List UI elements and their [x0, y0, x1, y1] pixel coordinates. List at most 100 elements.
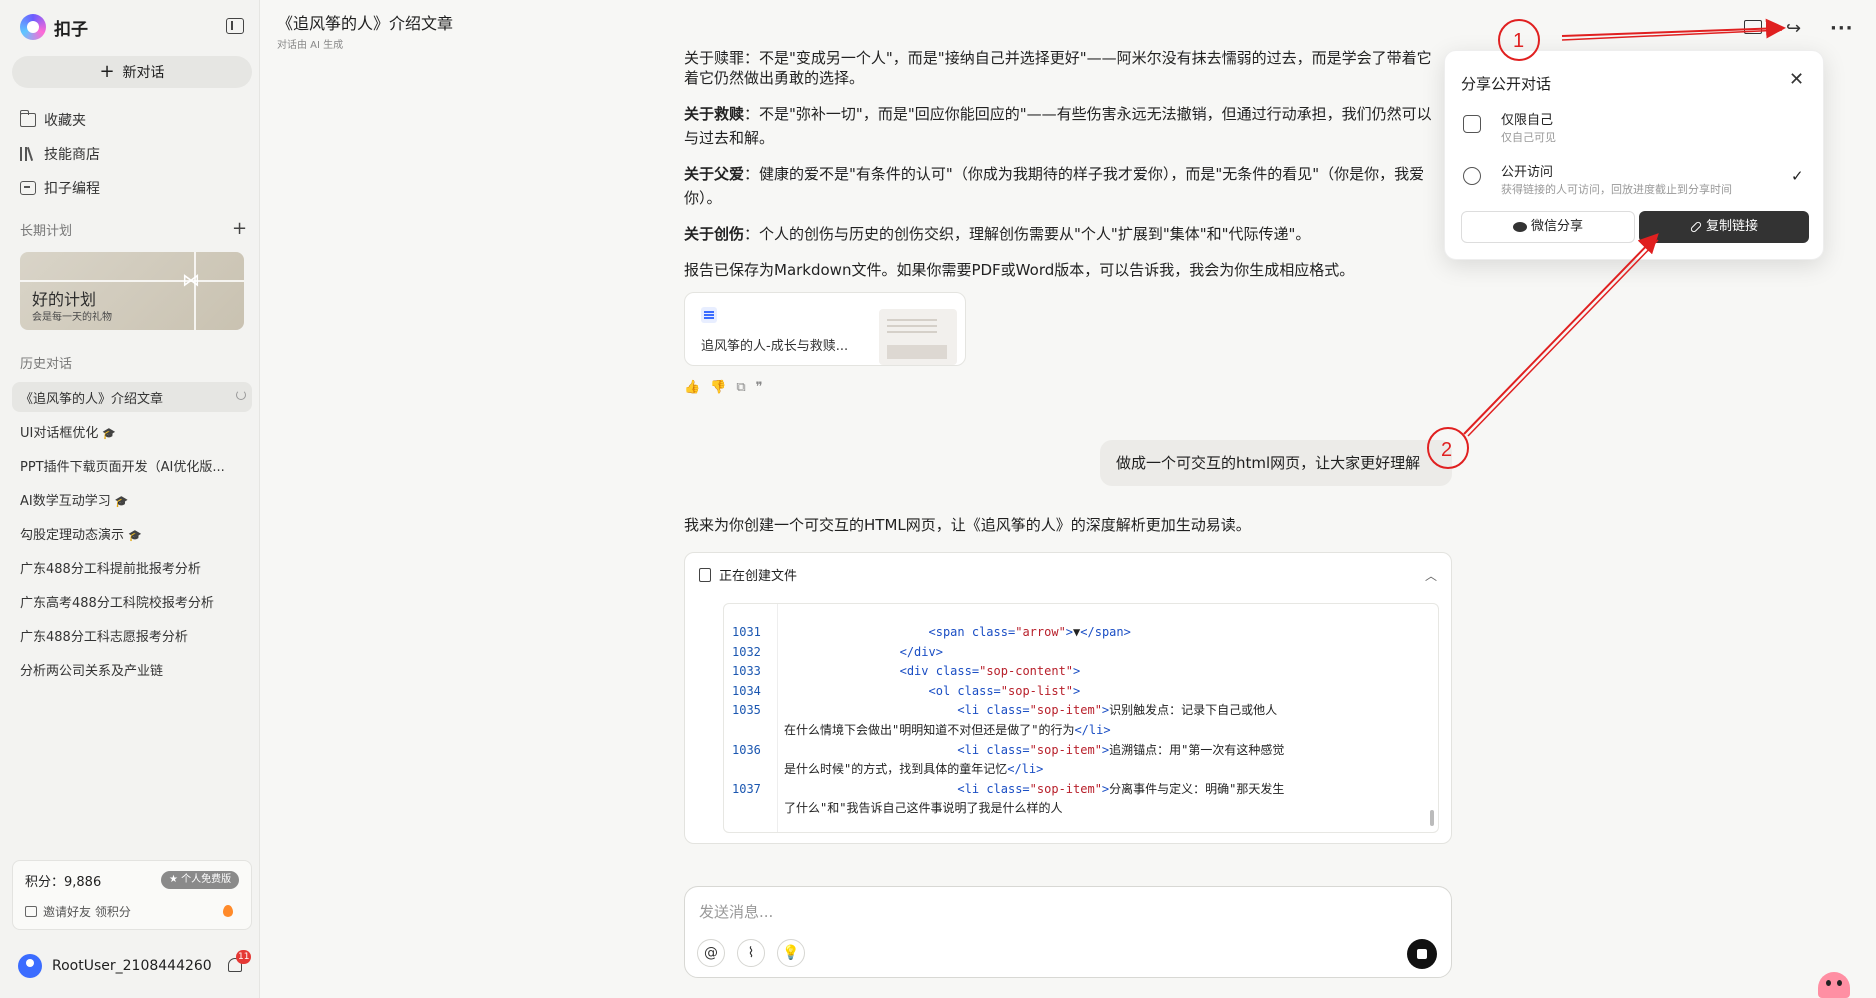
panel-header[interactable]: 正在创建文件 [699, 565, 797, 584]
scrollbar-thumb[interactable] [1430, 810, 1434, 826]
notification-badge: 11 [236, 950, 252, 964]
line-number: 1035 [732, 703, 761, 718]
close-icon[interactable]: ✕ [1789, 69, 1804, 90]
plan-card-subtitle: 会是每一天的礼物 [32, 312, 112, 323]
creating-file-label: 正在创建文件 [719, 569, 798, 584]
sidebar-item-label: 技能商店 [44, 147, 100, 163]
message-composer: @ ⌇ 💡 [684, 886, 1452, 978]
copy-link-label: 复制链接 [1705, 219, 1758, 234]
sidebar-item-label: 收藏夹 [44, 113, 86, 129]
document-icon [699, 567, 711, 582]
code-text: <li class="sop-item">识别触发点：记录下自己或他人 [957, 703, 1278, 718]
points-panel: 积分：9,886 ★ 个人免费版 邀请好友 领积分 [12, 860, 252, 930]
new-chat-button[interactable]: + 新对话 [12, 56, 252, 88]
code-text: 在什么情境下会做出"明明知道不对但还是做了"的行为</li> [784, 723, 1111, 737]
code-line: 1035 <li class="sop-item">识别触发点：记录下自己或他人 [724, 700, 1424, 720]
page-subtitle: 对话由 AI 生成 [277, 40, 344, 51]
code-line: 1037 <li class="sop-item">分离事件与定义：明确"那天发… [724, 779, 1424, 799]
collapse-icon[interactable]: ︿ [1425, 567, 1437, 584]
file-name: 追风筝的人-成长与救赎... [701, 339, 849, 354]
history-item[interactable]: 分析两公司关系及产业链 [20, 660, 240, 679]
attach-button[interactable]: ⌇ [737, 939, 765, 967]
history-item-label: 广东高考488分工科院校报考分析 [20, 596, 214, 611]
plan-card[interactable]: ⋈ 好的计划 会是每一天的礼物 [20, 252, 244, 330]
message-text: ：健康的爱不是"有条件的认可"（你成为我期待的样子我才爱你），而是"无条件的看见… [684, 165, 1425, 207]
idea-button[interactable]: 💡 [777, 939, 805, 967]
invite-friends-link[interactable]: 邀请好友 领积分 [25, 903, 131, 920]
file-attachment-card[interactable]: 追风筝的人-成长与救赎... [684, 292, 966, 366]
user-profile[interactable]: RootUser_2108444260 [18, 954, 212, 978]
sidebar-item-skill-store[interactable]: 技能商店 [20, 144, 100, 164]
history-item[interactable]: AI数学互动学习 🎓 [20, 490, 240, 509]
annotation-arrow-2b [1467, 239, 1659, 437]
copy-icon[interactable]: ⧉ [736, 380, 745, 395]
message-actions: 👍 👎 ⧉ ❞ [684, 380, 763, 395]
message-text: ：不是"弥补一切"，而是"回应你能回应的"——有些伤害永远无法撤销，但通过行动承… [684, 105, 1432, 147]
graduation-cap-icon: 🎓 [128, 529, 142, 542]
history-item[interactable]: 广东488分工科提前批报考分析 [20, 558, 240, 577]
assistant-reply: 我来为你创建一个可交互的HTML网页，让《追风筝的人》的深度解析更加生动易读。 [684, 516, 1251, 534]
history-item[interactable]: 广东488分工科志愿报考分析 [20, 626, 240, 645]
mention-button[interactable]: @ [697, 939, 725, 967]
lightbulb-icon: 💡 [782, 945, 800, 961]
history-item-label: 广东488分工科提前批报考分析 [20, 562, 201, 577]
history-item[interactable]: PPT插件下载页面开发（AI优化版... [20, 456, 240, 475]
message-bold: 关于创伤 [684, 225, 745, 243]
code-text: 了什么"和"我告诉自己这件事说明了我是什么样的人 [784, 801, 1063, 816]
code-text: <ol class="sop-list"> [928, 683, 1081, 698]
more-icon[interactable]: ··· [1830, 18, 1854, 39]
code-text: <li class="sop-item">追溯锚点：用"第一次有这种感觉 [957, 742, 1285, 757]
line-number: 1036 [732, 742, 761, 757]
copy-link-button[interactable]: 复制链接 [1639, 211, 1809, 243]
app-logo[interactable]: 扣子 [20, 14, 88, 40]
history-item-label: 勾股定理动态演示 [20, 528, 125, 543]
mascot-icon[interactable] [1818, 972, 1850, 998]
plan-card-title: 好的计划 [32, 290, 97, 309]
plus-icon: + [99, 61, 115, 82]
history-item[interactable]: 勾股定理动态演示 🎓 [20, 524, 240, 543]
at-icon: @ [704, 945, 718, 961]
user-name: RootUser_2108444260 [52, 958, 212, 974]
option-title: 仅限自己 [1501, 113, 1554, 128]
message-input[interactable] [699, 901, 1399, 923]
message-text: 着它仍然做出勇敢的选择。 [684, 69, 865, 87]
stop-generating-button[interactable] [1407, 939, 1437, 969]
plan-badge[interactable]: ★ 个人免费版 [161, 871, 240, 889]
history-item[interactable]: 广东高考488分工科院校报考分析 [20, 592, 240, 611]
file-thumbnail [879, 309, 957, 365]
user-message-bubble: 做成一个可交互的html网页，让大家更好理解 [1100, 440, 1452, 486]
logo-icon [20, 14, 46, 40]
history-item[interactable]: UI对话框优化 🎓 [20, 422, 240, 441]
thumbs-down-icon[interactable]: 👎 [710, 380, 726, 395]
history-item-label: 广东488分工科志愿报考分析 [20, 630, 188, 645]
code-line: 1032 </div> [724, 642, 1424, 662]
bow-icon: ⋈ [182, 270, 200, 291]
add-plan-icon[interactable]: + [232, 218, 247, 239]
message-bold: 关于救赎 [684, 105, 745, 123]
folder-icon[interactable] [1744, 20, 1762, 34]
code-line: 1033 <div class="sop-content"> [724, 661, 1424, 681]
history-item-label: 《追风筝的人》介绍文章 [20, 392, 164, 407]
code-line: 了什么"和"我告诉自己这件事说明了我是什么样的人 [724, 798, 1424, 818]
lock-icon [1463, 115, 1481, 133]
paperclip-icon: ⌇ [747, 945, 755, 961]
quote-icon[interactable]: ❞ [756, 380, 763, 395]
checkmark-icon: ✓ [1791, 167, 1804, 185]
message-paragraph: 关于创伤：个人的创伤与历史的创伤交织，理解创伤需要从"个人"扩展到"集体"和"代… [684, 222, 1444, 246]
message-paragraph: 着它仍然做出勇敢的选择。 [684, 66, 1444, 90]
app-name: 扣子 [54, 19, 88, 40]
code-viewer[interactable]: 1031 <span class="arrow">▼</span> 1032 </… [723, 603, 1439, 833]
share-icon[interactable]: ↪ [1786, 18, 1801, 39]
history-item[interactable]: 《追风筝的人》介绍文章 [20, 388, 240, 407]
history-item-label: AI数学互动学习 [20, 494, 111, 509]
sidebar-toggle-icon[interactable] [226, 18, 244, 34]
code-line: 1034 <ol class="sop-list"> [724, 681, 1424, 701]
sidebar-item-favorites[interactable]: 收藏夹 [20, 110, 86, 130]
message-bold: 关于父爱 [684, 165, 745, 183]
message-paragraph: 关于救赎：不是"弥补一切"，而是"回应你能回应的"——有些伤害永远无法撤销，但通… [684, 102, 1444, 150]
thumbs-up-icon[interactable]: 👍 [684, 380, 700, 395]
sidebar-item-coze-coding[interactable]: 扣子编程 [20, 178, 100, 198]
sidebar-item-label: 扣子编程 [44, 181, 100, 197]
wechat-share-button[interactable]: 微信分享 [1461, 211, 1635, 243]
line-number: 1031 [732, 625, 761, 639]
